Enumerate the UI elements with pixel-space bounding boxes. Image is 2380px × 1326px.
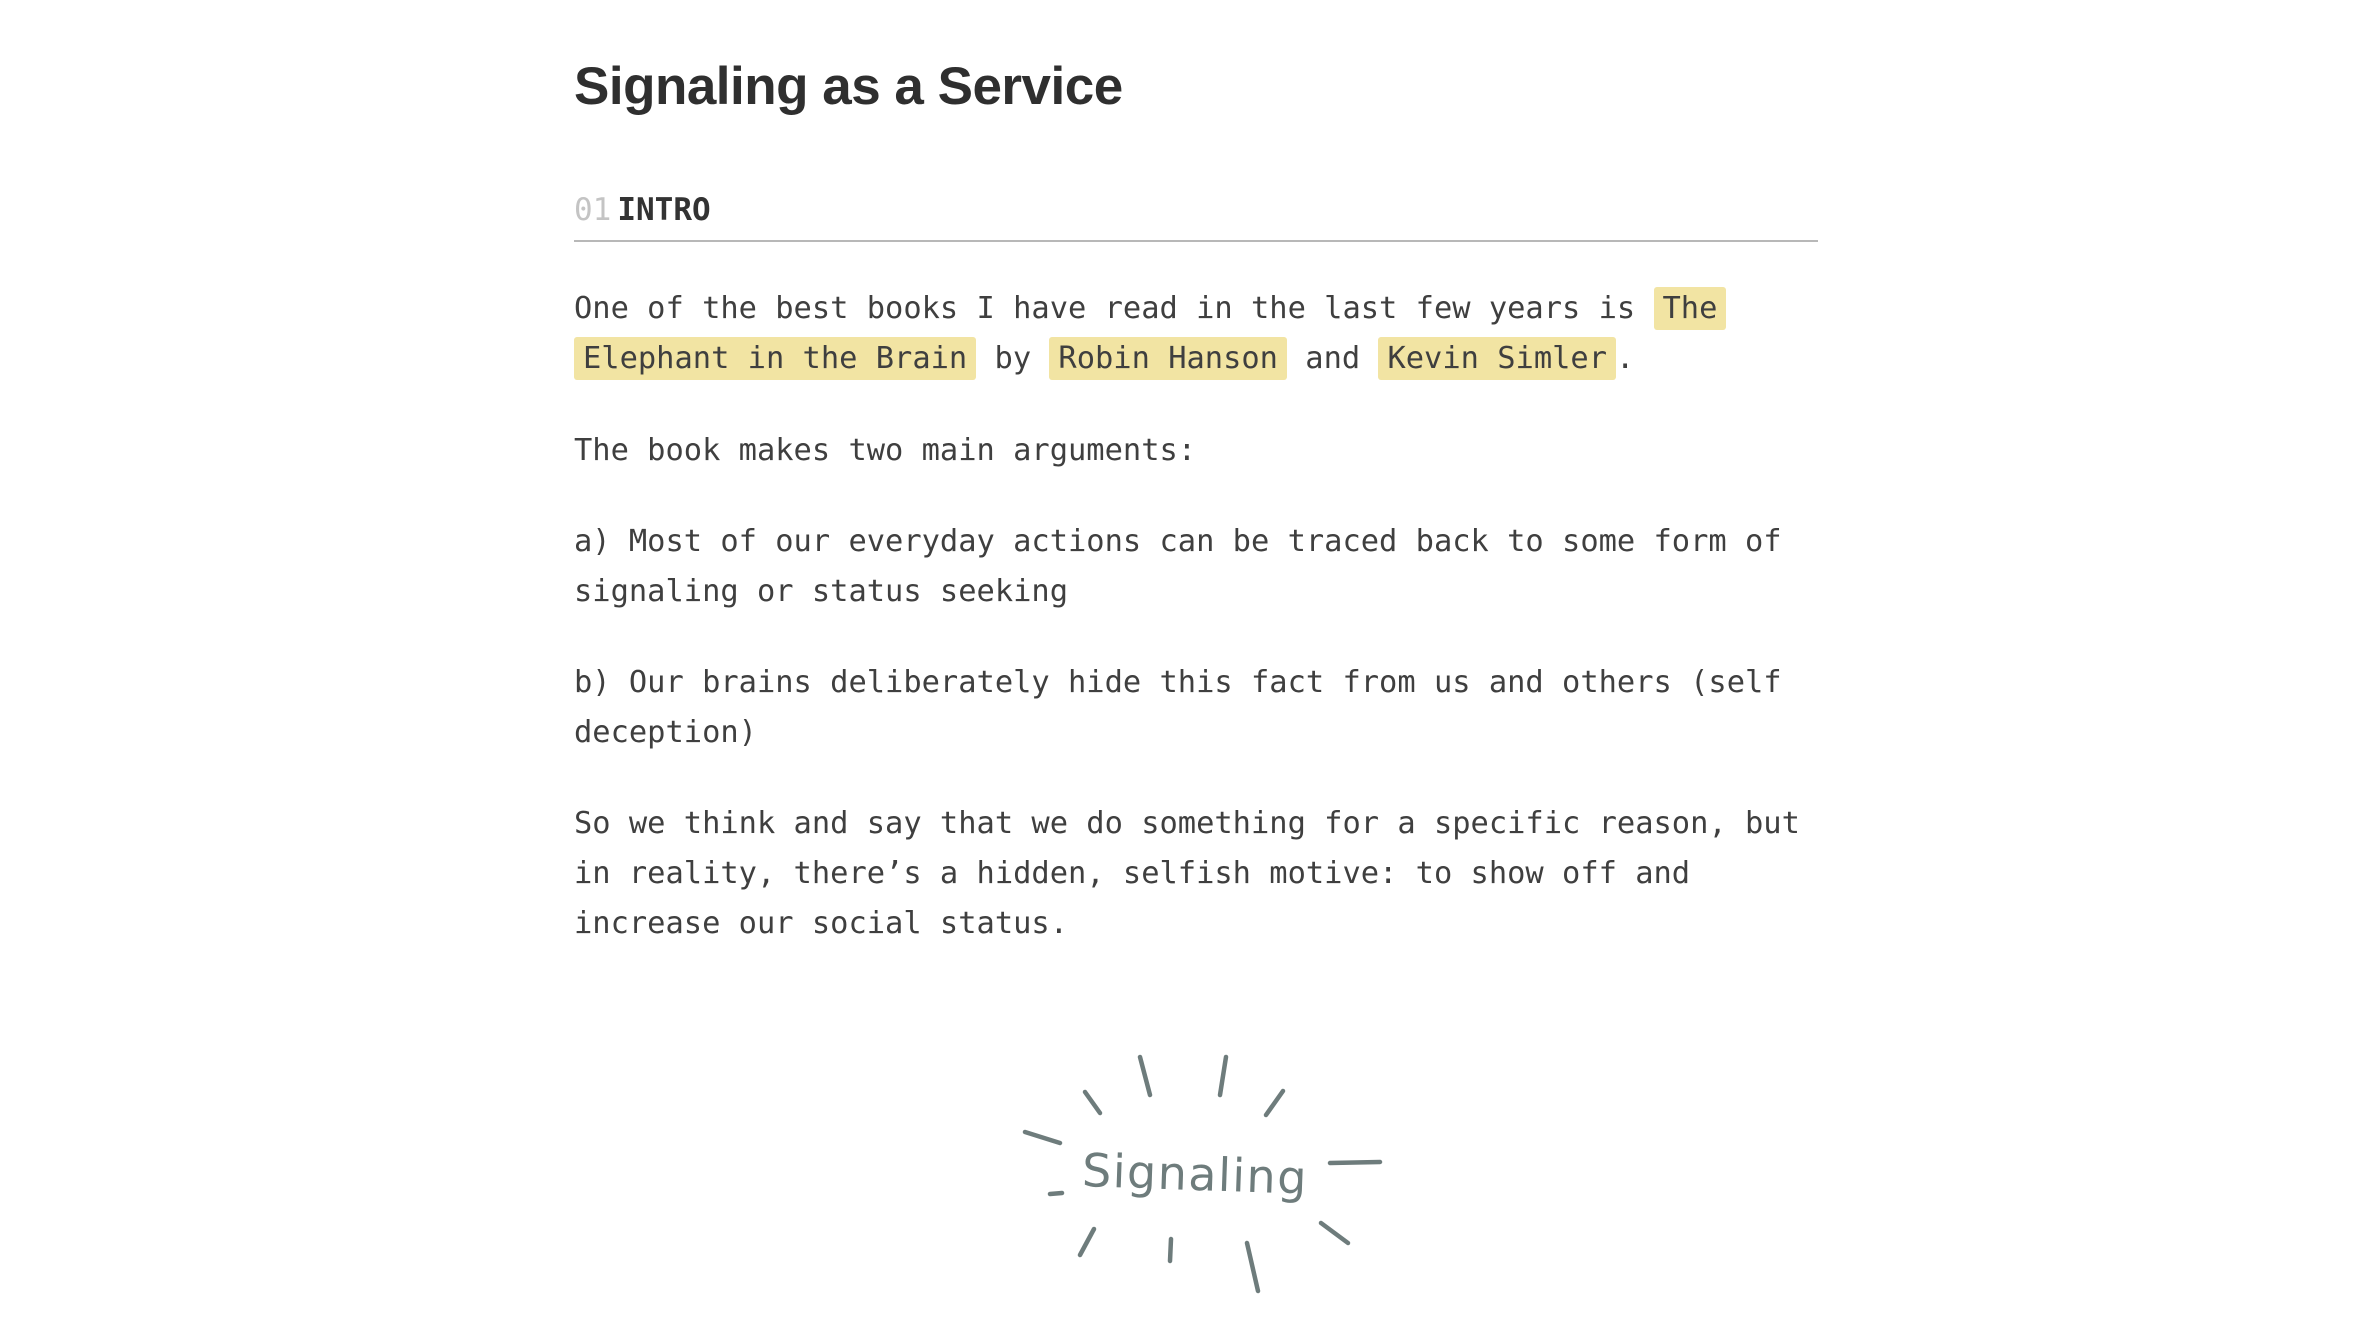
signaling-handwritten-word: Signaling	[1081, 1143, 1309, 1205]
argument-a: a) Most of our everyday actions can be t…	[574, 517, 1818, 617]
ray-bottom-left	[1077, 1226, 1097, 1258]
by-text: by	[976, 341, 1050, 376]
argument-b: b) Our brains deliberately hide this fac…	[574, 658, 1818, 758]
signaling-illustration: Signaling	[1022, 1054, 1383, 1294]
ray-upper-right	[1263, 1088, 1286, 1118]
section-label: INTRO	[617, 192, 711, 228]
author-link-kevin-simler[interactable]: Kevin Simler	[1378, 337, 1617, 380]
book-title-link-part-2[interactable]: Elephant in the Brain	[574, 337, 977, 380]
intro-line-2: Elephant in the Brain by Robin Hanson an…	[574, 334, 1818, 384]
conclusion-line-2: in reality, there’s a hidden, selfish mo…	[574, 856, 1691, 891]
argument-b-line-1: b) Our brains deliberately hide this fac…	[574, 665, 1782, 700]
and-text: and	[1286, 341, 1379, 376]
page-title: Signaling as a Service	[574, 57, 1123, 116]
section-number: 01	[574, 192, 612, 228]
intro-line-1: One of the best books I have read in the…	[574, 284, 1818, 334]
ray-bottom-right	[1244, 1240, 1261, 1294]
ray-lower-left-short	[1047, 1190, 1065, 1197]
ray-right	[1327, 1159, 1383, 1166]
conclusion-line-1: So we think and say that we do something…	[574, 806, 1800, 841]
ray-left	[1022, 1129, 1063, 1146]
conclusion-line-3: increase our social status.	[574, 906, 1069, 941]
conclusion-paragraph: So we think and say that we do something…	[574, 799, 1818, 949]
ray-bottom-middle	[1167, 1236, 1174, 1264]
arguments-intro-line: The book makes two main arguments:	[574, 433, 1197, 468]
ray-lower-right	[1318, 1220, 1351, 1246]
ray-upper-left	[1082, 1089, 1103, 1116]
section-heading: 01 INTRO	[574, 188, 1818, 242]
ray-top-right	[1217, 1054, 1229, 1098]
argument-b-line-2: deception)	[574, 715, 757, 750]
period-text: .	[1616, 341, 1635, 376]
argument-a-line-2: signaling or status seeking	[574, 574, 1069, 609]
intro-paragraph: One of the best books I have read in the…	[574, 284, 1818, 384]
ray-top-left	[1137, 1054, 1153, 1098]
arguments-intro: The book makes two main arguments:	[574, 426, 1818, 476]
argument-a-line-1: a) Most of our everyday actions can be t…	[574, 524, 1782, 559]
author-link-robin-hanson[interactable]: Robin Hanson	[1049, 337, 1287, 380]
book-title-link-part-1[interactable]: The	[1653, 287, 1727, 330]
intro-text: One of the best books I have read in the…	[574, 291, 1654, 326]
